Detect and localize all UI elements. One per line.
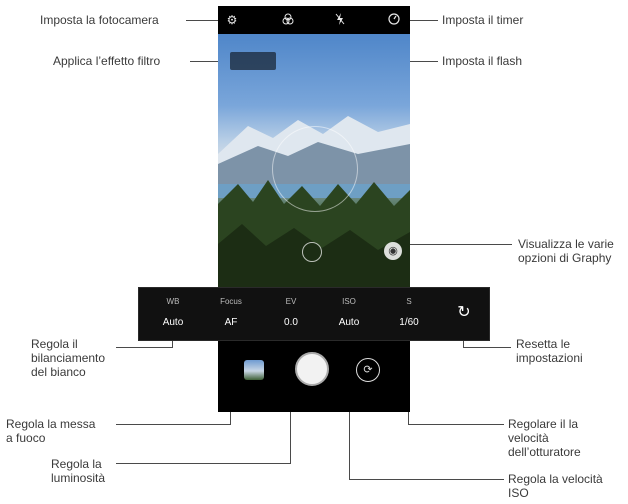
filter-icon-svg <box>282 13 294 25</box>
gallery-thumbnail[interactable] <box>244 360 264 380</box>
focus-ring <box>272 126 358 212</box>
callout-reset: Resetta le impostazioni <box>516 337 583 365</box>
camera-bottom-bar: ⟳ <box>218 340 410 412</box>
leader-shutter-h <box>408 424 504 425</box>
callout-flash: Imposta il flash <box>442 54 523 68</box>
param-ev[interactable]: EV 0.0 <box>261 288 321 328</box>
callout-settings: Imposta la fotocamera <box>40 13 159 27</box>
param-label: ISO <box>342 297 356 306</box>
switch-camera-icon[interactable]: ⟳ <box>356 358 380 382</box>
leader-reset-h <box>463 347 511 348</box>
callout-timer: Imposta il timer <box>442 13 524 27</box>
leader-iso-h <box>349 479 504 480</box>
leader-settings <box>186 20 220 21</box>
param-focus[interactable]: Focus AF <box>201 288 261 328</box>
filter-icon[interactable] <box>280 12 296 28</box>
param-label: WB <box>166 297 180 306</box>
graphy-icon[interactable]: ◉ <box>384 242 402 260</box>
callout-wb: Regola il bilanciamento del bianco <box>31 337 106 379</box>
callout-shutter: Regolare il la velocità dell’otturatore <box>508 417 581 459</box>
mode-indicator[interactable] <box>230 52 276 70</box>
param-value: 0.0 <box>284 317 298 328</box>
param-shutter[interactable]: S 1/60 <box>379 288 439 328</box>
callout-filter: Applica l’effetto filtro <box>53 54 161 68</box>
param-label: EV <box>285 297 297 306</box>
param-value: Auto <box>162 317 184 328</box>
camera-viewfinder[interactable]: ◉ <box>218 34 410 290</box>
param-value: Auto <box>338 317 360 328</box>
shutter-button[interactable] <box>295 352 329 386</box>
callout-graphy: Visualizza le varie opzioni di Graphy <box>518 237 614 265</box>
param-iso[interactable]: ISO Auto <box>319 288 379 328</box>
gear-icon[interactable]: ⚙ <box>224 12 240 28</box>
manual-controls-panel: WB Auto Focus AF EV 0.0 ISO Auto S 1/60 … <box>138 287 490 341</box>
leader-brightness-h <box>116 463 291 464</box>
param-label: Focus <box>220 297 242 306</box>
leader-wb-h <box>116 347 173 348</box>
flash-icon[interactable] <box>332 12 348 28</box>
param-value: 1/60 <box>399 317 419 328</box>
callout-iso: Regola la velocità ISO <box>508 472 603 500</box>
camera-top-bar: ⚙ <box>218 6 410 34</box>
camera-screen: ⚙ ◉ ⟳ <box>218 6 410 412</box>
timer-icon-svg <box>388 13 400 25</box>
leader-timer <box>410 20 438 21</box>
flash-icon-svg <box>335 13 345 25</box>
timer-icon[interactable] <box>386 12 402 28</box>
param-label: S <box>406 297 412 306</box>
focus-point-icon[interactable] <box>302 242 322 262</box>
leader-graphy <box>404 244 512 245</box>
leader-focus-h <box>116 424 231 425</box>
param-wb[interactable]: WB Auto <box>143 288 203 328</box>
callout-focus: Regola la messa a fuoco <box>6 417 96 445</box>
callout-brightness: Regola la luminosità <box>51 457 106 485</box>
reset-icon[interactable]: ↻ <box>453 302 475 324</box>
param-value: AF <box>224 317 238 328</box>
